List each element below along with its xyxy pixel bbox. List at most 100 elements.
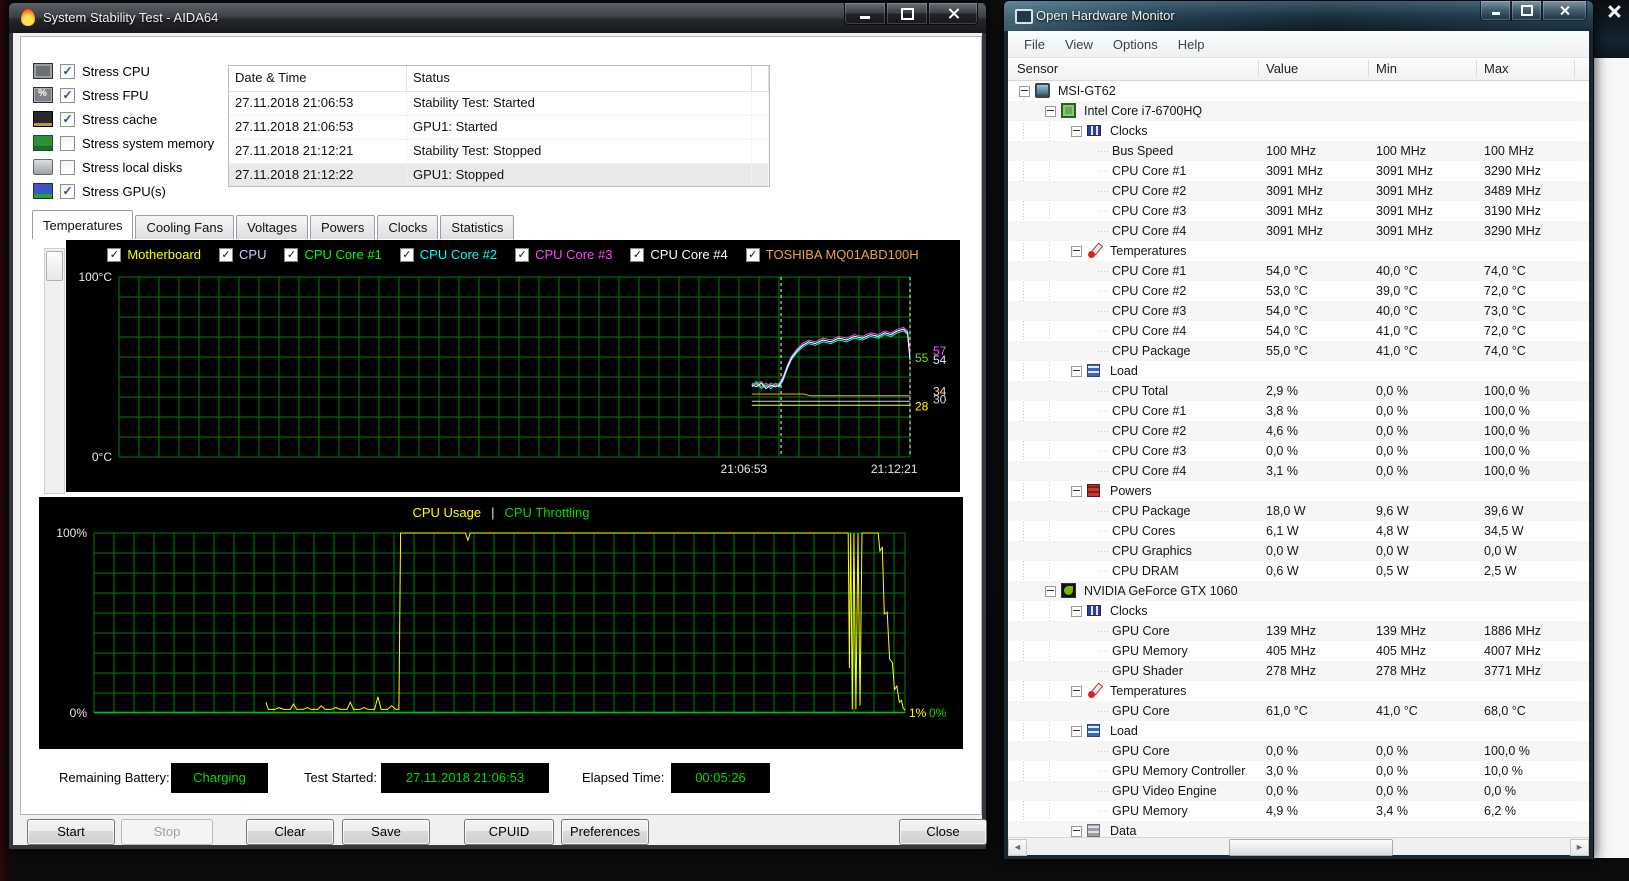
stress-option-stress-cpu[interactable]: ✓Stress CPU: [33, 59, 228, 83]
sensor-row-gpu-memory[interactable]: GPU Memory4,9 %3,4 %6,2 %: [1008, 801, 1589, 821]
log-row[interactable]: 27.11.2018 21:12:21Stability Test: Stopp…: [229, 140, 769, 164]
expand-toggle[interactable]: [1071, 686, 1082, 697]
sensor-row-cpu-dram[interactable]: CPU DRAM0,6 W0,5 W2,5 W: [1008, 561, 1589, 581]
maximize-button[interactable]: [1511, 1, 1542, 21]
sensor-row-cpu-cores[interactable]: CPU Cores6,1 W4,8 W34,5 W: [1008, 521, 1589, 541]
temp-graph-scrollbar-thumb[interactable]: [46, 251, 63, 281]
checkbox-checked[interactable]: ✓: [60, 88, 75, 103]
checkbox-checked[interactable]: ✓: [60, 184, 75, 199]
expand-toggle[interactable]: [1045, 586, 1056, 597]
sensor-row-cpu-package[interactable]: CPU Package18,0 W9,6 W39,6 W: [1008, 501, 1589, 521]
scroll-left-arrow-icon[interactable]: ◄: [1008, 839, 1027, 856]
expand-toggle[interactable]: [1071, 606, 1082, 617]
stress-option-stress-fpu[interactable]: ✓Stress FPU: [33, 83, 228, 107]
log-column-datetime[interactable]: Date & Time: [229, 66, 407, 91]
sensor-row-cpu-core-1[interactable]: CPU Core #154,0 °C40,0 °C74,0 °C: [1008, 261, 1589, 281]
clear-button[interactable]: Clear: [246, 819, 334, 845]
tab-clocks[interactable]: Clocks: [377, 215, 438, 239]
tab-temperatures[interactable]: Temperatures: [32, 210, 133, 239]
close-button[interactable]: Close: [899, 819, 987, 845]
sensor-row-clocks[interactable]: Clocks: [1008, 121, 1589, 141]
sensor-row-load[interactable]: Load: [1008, 361, 1589, 381]
sensor-row-cpu-graphics[interactable]: CPU Graphics0,0 W0,0 W0,0 W: [1008, 541, 1589, 561]
log-row[interactable]: 27.11.2018 21:06:53Stability Test: Start…: [229, 92, 769, 116]
start-button[interactable]: Start: [27, 819, 115, 845]
aida64-titlebar[interactable]: System Stability Test - AIDA64: [9, 3, 986, 33]
expand-toggle[interactable]: [1071, 366, 1082, 377]
cpuid-button[interactable]: CPUID: [464, 819, 554, 845]
sensor-row-msi-gt62[interactable]: MSI-GT62: [1008, 81, 1589, 101]
ohm-horizontal-scrollbar[interactable]: ◄ ►: [1008, 837, 1589, 855]
tab-powers[interactable]: Powers: [310, 215, 375, 239]
tab-voltages[interactable]: Voltages: [236, 215, 308, 239]
sensor-row-gpu-core[interactable]: GPU Core139 MHz139 MHz1886 MHz: [1008, 621, 1589, 641]
expand-toggle[interactable]: [1071, 826, 1082, 837]
sensor-row-cpu-core-3[interactable]: CPU Core #30,0 %0,0 %100,0 %: [1008, 441, 1589, 461]
column-header-value[interactable]: Value: [1266, 61, 1298, 76]
sensor-row-gpu-shader[interactable]: GPU Shader278 MHz278 MHz3771 MHz: [1008, 661, 1589, 681]
checkbox-checked[interactable]: ✓: [60, 112, 75, 127]
ohm-titlebar[interactable]: Open Hardware Monitor: [1004, 1, 1593, 31]
minimize-button[interactable]: [1480, 1, 1511, 21]
scrollbar-thumb[interactable]: [1229, 839, 1394, 856]
log-row[interactable]: 27.11.2018 21:06:53GPU1: Started: [229, 116, 769, 140]
preferences-button[interactable]: Preferences: [561, 819, 649, 845]
sensor-row-powers[interactable]: Powers: [1008, 481, 1589, 501]
checkbox-unchecked[interactable]: [60, 136, 75, 151]
log-row[interactable]: 27.11.2018 21:12:22GPU1: Stopped: [229, 164, 769, 187]
column-header-sensor[interactable]: Sensor: [1017, 61, 1058, 76]
expand-toggle[interactable]: [1045, 106, 1056, 117]
sensor-row-cpu-core-1[interactable]: CPU Core #13091 MHz3091 MHz3290 MHz: [1008, 161, 1589, 181]
close-button[interactable]: [928, 3, 978, 25]
sensor-row-bus-speed[interactable]: Bus Speed100 MHz100 MHz100 MHz: [1008, 141, 1589, 161]
tab-cooling-fans[interactable]: Cooling Fans: [135, 215, 234, 239]
sensor-row-cpu-core-4[interactable]: CPU Core #454,0 °C41,0 °C72,0 °C: [1008, 321, 1589, 341]
sensor-row-intel-core-i7-6700hq[interactable]: Intel Core i7-6700HQ: [1008, 101, 1589, 121]
sensor-row-cpu-core-3[interactable]: CPU Core #354,0 °C40,0 °C73,0 °C: [1008, 301, 1589, 321]
log-column-status[interactable]: Status: [407, 66, 752, 91]
sensor-row-gpu-memory-controller[interactable]: GPU Memory Controller3,0 %0,0 %10,0 %: [1008, 761, 1589, 781]
sensor-row-temperatures[interactable]: Temperatures: [1008, 681, 1589, 701]
menu-options[interactable]: Options: [1103, 34, 1168, 55]
sensor-row-cpu-core-4[interactable]: CPU Core #43091 MHz3091 MHz3290 MHz: [1008, 221, 1589, 241]
menu-view[interactable]: View: [1055, 34, 1103, 55]
sensor-row-data[interactable]: Data: [1008, 821, 1589, 838]
sensor-row-temperatures[interactable]: Temperatures: [1008, 241, 1589, 261]
expand-toggle[interactable]: [1071, 486, 1082, 497]
maximize-button[interactable]: [886, 3, 928, 25]
stress-option-stress-gpu-s[interactable]: ✓Stress GPU(s): [33, 179, 228, 203]
sensor-row-gpu-core[interactable]: GPU Core0,0 %0,0 %100,0 %: [1008, 741, 1589, 761]
checkbox-unchecked[interactable]: [60, 160, 75, 175]
sensor-row-gpu-core[interactable]: GPU Core61,0 °C41,0 °C68,0 °C: [1008, 701, 1589, 721]
sensor-row-cpu-core-2[interactable]: CPU Core #23091 MHz3091 MHz3489 MHz: [1008, 181, 1589, 201]
minimize-button[interactable]: [844, 3, 886, 25]
sensor-row-cpu-core-4[interactable]: CPU Core #43,1 %0,0 %100,0 %: [1008, 461, 1589, 481]
expand-toggle[interactable]: [1071, 726, 1082, 737]
sensor-row-cpu-total[interactable]: CPU Total2,9 %0,0 %100,0 %: [1008, 381, 1589, 401]
close-button[interactable]: [1542, 1, 1587, 21]
sensor-row-nvidia-geforce-gtx-1060[interactable]: NVIDIA GeForce GTX 1060: [1008, 581, 1589, 601]
column-header-min[interactable]: Min: [1376, 61, 1397, 76]
sensor-row-cpu-package[interactable]: CPU Package55,0 °C41,0 °C74,0 °C: [1008, 341, 1589, 361]
menu-help[interactable]: Help: [1168, 34, 1215, 55]
expand-toggle[interactable]: [1071, 126, 1082, 137]
save-button[interactable]: Save: [342, 819, 430, 845]
column-header-max[interactable]: Max: [1484, 61, 1509, 76]
stress-option-stress-system-memory[interactable]: Stress system memory: [33, 131, 228, 155]
sensor-row-cpu-core-2[interactable]: CPU Core #253,0 °C39,0 °C72,0 °C: [1008, 281, 1589, 301]
expand-toggle[interactable]: [1071, 246, 1082, 257]
sensor-row-load[interactable]: Load: [1008, 721, 1589, 741]
sensor-row-cpu-core-2[interactable]: CPU Core #24,6 %0,0 %100,0 %: [1008, 421, 1589, 441]
scroll-right-arrow-icon[interactable]: ►: [1570, 839, 1589, 856]
sensor-row-clocks[interactable]: Clocks: [1008, 601, 1589, 621]
menu-file[interactable]: File: [1014, 34, 1055, 55]
background-close-icon[interactable]: [1606, 3, 1622, 19]
expand-toggle[interactable]: [1019, 86, 1030, 97]
tab-statistics[interactable]: Statistics: [440, 215, 514, 239]
sensor-row-gpu-memory[interactable]: GPU Memory405 MHz405 MHz4007 MHz: [1008, 641, 1589, 661]
temp-graph-scrollbar[interactable]: [44, 248, 65, 494]
stress-option-stress-local-disks[interactable]: Stress local disks: [33, 155, 228, 179]
checkbox-checked[interactable]: ✓: [60, 64, 75, 79]
stop-button[interactable]: Stop: [121, 819, 213, 845]
sensor-row-gpu-video-engine[interactable]: GPU Video Engine0,0 %0,0 %0,0 %: [1008, 781, 1589, 801]
